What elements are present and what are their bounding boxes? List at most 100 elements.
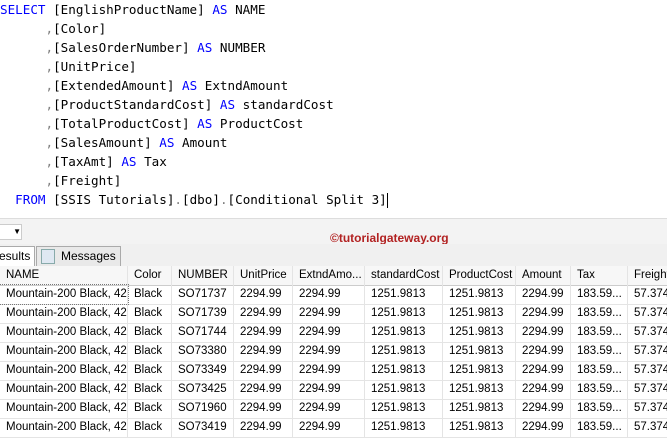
table-cell[interactable]: 183.59... [571, 342, 628, 361]
table-cell[interactable]: 2294.99 [234, 304, 293, 323]
table-cell[interactable]: 1251.9813 [443, 361, 516, 380]
table-cell[interactable]: 2294.99 [293, 399, 365, 418]
table-cell[interactable]: 183.59... [571, 399, 628, 418]
table-cell[interactable]: 57.374 [628, 342, 667, 361]
column-header[interactable]: Amount [516, 266, 571, 285]
column-header[interactable]: Freight [628, 266, 667, 285]
code-text: [Color] [53, 21, 107, 36]
table-cell[interactable]: 1251.9813 [443, 399, 516, 418]
table-cell[interactable]: Mountain-200 Black, 42 [0, 304, 128, 323]
table-cell[interactable]: SO73380 [172, 342, 234, 361]
table-cell[interactable]: 2294.99 [234, 323, 293, 342]
table-cell[interactable]: Black [128, 380, 172, 399]
table-row[interactable]: Mountain-200 Black, 42 Black SO73380 2294.9… [0, 342, 667, 362]
table-cell[interactable]: Black [128, 399, 172, 418]
table-row[interactable]: Mountain-200 Black, 42 Black SO73419 2294.9… [0, 418, 667, 438]
table-cell[interactable]: 1251.9813 [443, 342, 516, 361]
table-cell[interactable]: Mountain-200 Black, 42 [0, 380, 128, 399]
table-row[interactable]: Mountain-200 Black, 42 Black SO73349 2294.9… [0, 361, 667, 381]
table-cell[interactable]: 1251.9813 [365, 361, 443, 380]
table-cell[interactable]: 2294.99 [516, 342, 571, 361]
tab-results[interactable]: esults [0, 246, 36, 266]
code-line: ,[ExtendedAmount] AS ExtndAmount [0, 76, 289, 95]
column-header[interactable]: UnitPrice [234, 266, 293, 285]
table-cell[interactable]: 2294.99 [234, 361, 293, 380]
table-cell[interactable]: Black [128, 304, 172, 323]
column-header[interactable]: Color [128, 266, 172, 285]
table-cell[interactable]: SO71739 [172, 304, 234, 323]
column-header[interactable]: NUMBER [172, 266, 234, 285]
table-cell[interactable]: 2294.99 [293, 361, 365, 380]
table-cell[interactable]: Black [128, 323, 172, 342]
table-cell[interactable]: Mountain-200 Black, 42 [0, 361, 128, 380]
column-header[interactable]: Tax [571, 266, 628, 285]
code-line: ,[Color] [0, 19, 107, 38]
table-cell[interactable]: 2294.99 [293, 342, 365, 361]
table-cell[interactable]: SO73349 [172, 361, 234, 380]
table-cell[interactable]: Black [128, 361, 172, 380]
table-cell[interactable]: 1251.9813 [365, 342, 443, 361]
table-cell[interactable]: 2294.99 [234, 380, 293, 399]
table-cell[interactable]: 57.374 [628, 380, 667, 399]
table-row[interactable]: Mountain-200 Black, 42 Black SO73425 2294.9… [0, 380, 667, 400]
table-row[interactable]: Mountain-200 Black, 42 Black SO71739 2294.9… [0, 304, 667, 324]
table-cell[interactable]: Mountain-200 Black, 42 [0, 399, 128, 418]
tab-messages[interactable]: Messages [36, 246, 121, 266]
table-cell[interactable]: 183.59... [571, 285, 628, 304]
table-cell[interactable]: 1251.9813 [365, 380, 443, 399]
table-cell[interactable]: 2294.99 [293, 323, 365, 342]
table-cell[interactable]: 57.374 [628, 323, 667, 342]
column-header[interactable]: ProductCost [443, 266, 516, 285]
table-cell[interactable]: 183.59... [571, 361, 628, 380]
table-cell[interactable]: 1251.9813 [365, 323, 443, 342]
table-cell[interactable]: Black [128, 342, 172, 361]
table-cell[interactable]: 1251.9813 [365, 399, 443, 418]
column-header[interactable]: ExtndAmo... [293, 266, 365, 285]
table-cell[interactable]: 1251.9813 [443, 380, 516, 399]
table-cell[interactable]: Mountain-200 Black, 42 [0, 342, 128, 361]
table-cell[interactable]: SO71737 [172, 285, 234, 304]
table-cell[interactable]: 2294.99 [516, 304, 571, 323]
table-cell[interactable]: 57.374 [628, 304, 667, 323]
table-cell[interactable]: 2294.99 [516, 323, 571, 342]
table-cell[interactable]: Mountain-200 Black, 42 [0, 323, 128, 342]
table-cell[interactable]: 2294.99 [234, 342, 293, 361]
table-cell[interactable]: Black [128, 285, 172, 304]
table-cell[interactable]: 183.59... [571, 380, 628, 399]
table-cell[interactable]: 1251.9813 [365, 285, 443, 304]
column-header[interactable]: standardCost [365, 266, 443, 285]
table-cell[interactable]: 57.374 [628, 285, 667, 304]
table-cell[interactable]: SO73425 [172, 380, 234, 399]
sql-editor[interactable]: SELECT [EnglishProductName] AS NAME ,[Co… [0, 0, 667, 216]
code-text: [ExtendedAmount] [53, 78, 182, 93]
table-cell[interactable]: 1251.9813 [443, 304, 516, 323]
comma: , [45, 154, 54, 169]
table-row[interactable]: Mountain-200 Black, 42 Black SO71737 2294.9… [0, 284, 667, 305]
table-cell[interactable]: 2294.99 [293, 380, 365, 399]
table-cell[interactable]: 1251.9813 [443, 285, 516, 304]
table-cell[interactable]: 2294.99 [234, 285, 293, 304]
code-text: NUMBER [212, 40, 266, 55]
table-cell[interactable]: 2294.99 [234, 399, 293, 418]
table-cell[interactable]: 2294.99 [516, 361, 571, 380]
table-cell[interactable]: SO71744 [172, 323, 234, 342]
table-cell[interactable]: 2294.99 [516, 399, 571, 418]
table-cell[interactable]: 1251.9813 [365, 304, 443, 323]
table-cell[interactable]: SO71960 [172, 399, 234, 418]
table-cell[interactable]: Mountain-200 Black, 42 [0, 284, 129, 305]
table-cell[interactable]: 57.374 [628, 399, 667, 418]
watermark: ©tutorialgateway.org [330, 231, 449, 245]
table-cell[interactable]: 183.59... [571, 304, 628, 323]
messages-icon [41, 249, 55, 265]
table-cell[interactable]: 183.59... [571, 323, 628, 342]
table-row[interactable]: Mountain-200 Black, 42 Black SO71960 2294.9… [0, 399, 667, 419]
zoom-dropdown[interactable]: ▼ [0, 224, 22, 240]
table-cell[interactable]: 57.374 [628, 361, 667, 380]
table-cell[interactable]: 2294.99 [293, 304, 365, 323]
table-cell[interactable]: 2294.99 [516, 285, 571, 304]
table-cell[interactable]: 1251.9813 [443, 323, 516, 342]
table-cell[interactable]: 2294.99 [293, 285, 365, 304]
table-cell[interactable]: 2294.99 [516, 380, 571, 399]
table-row[interactable]: Mountain-200 Black, 42 Black SO71744 2294.9… [0, 323, 667, 343]
column-header[interactable]: NAME [0, 266, 128, 285]
